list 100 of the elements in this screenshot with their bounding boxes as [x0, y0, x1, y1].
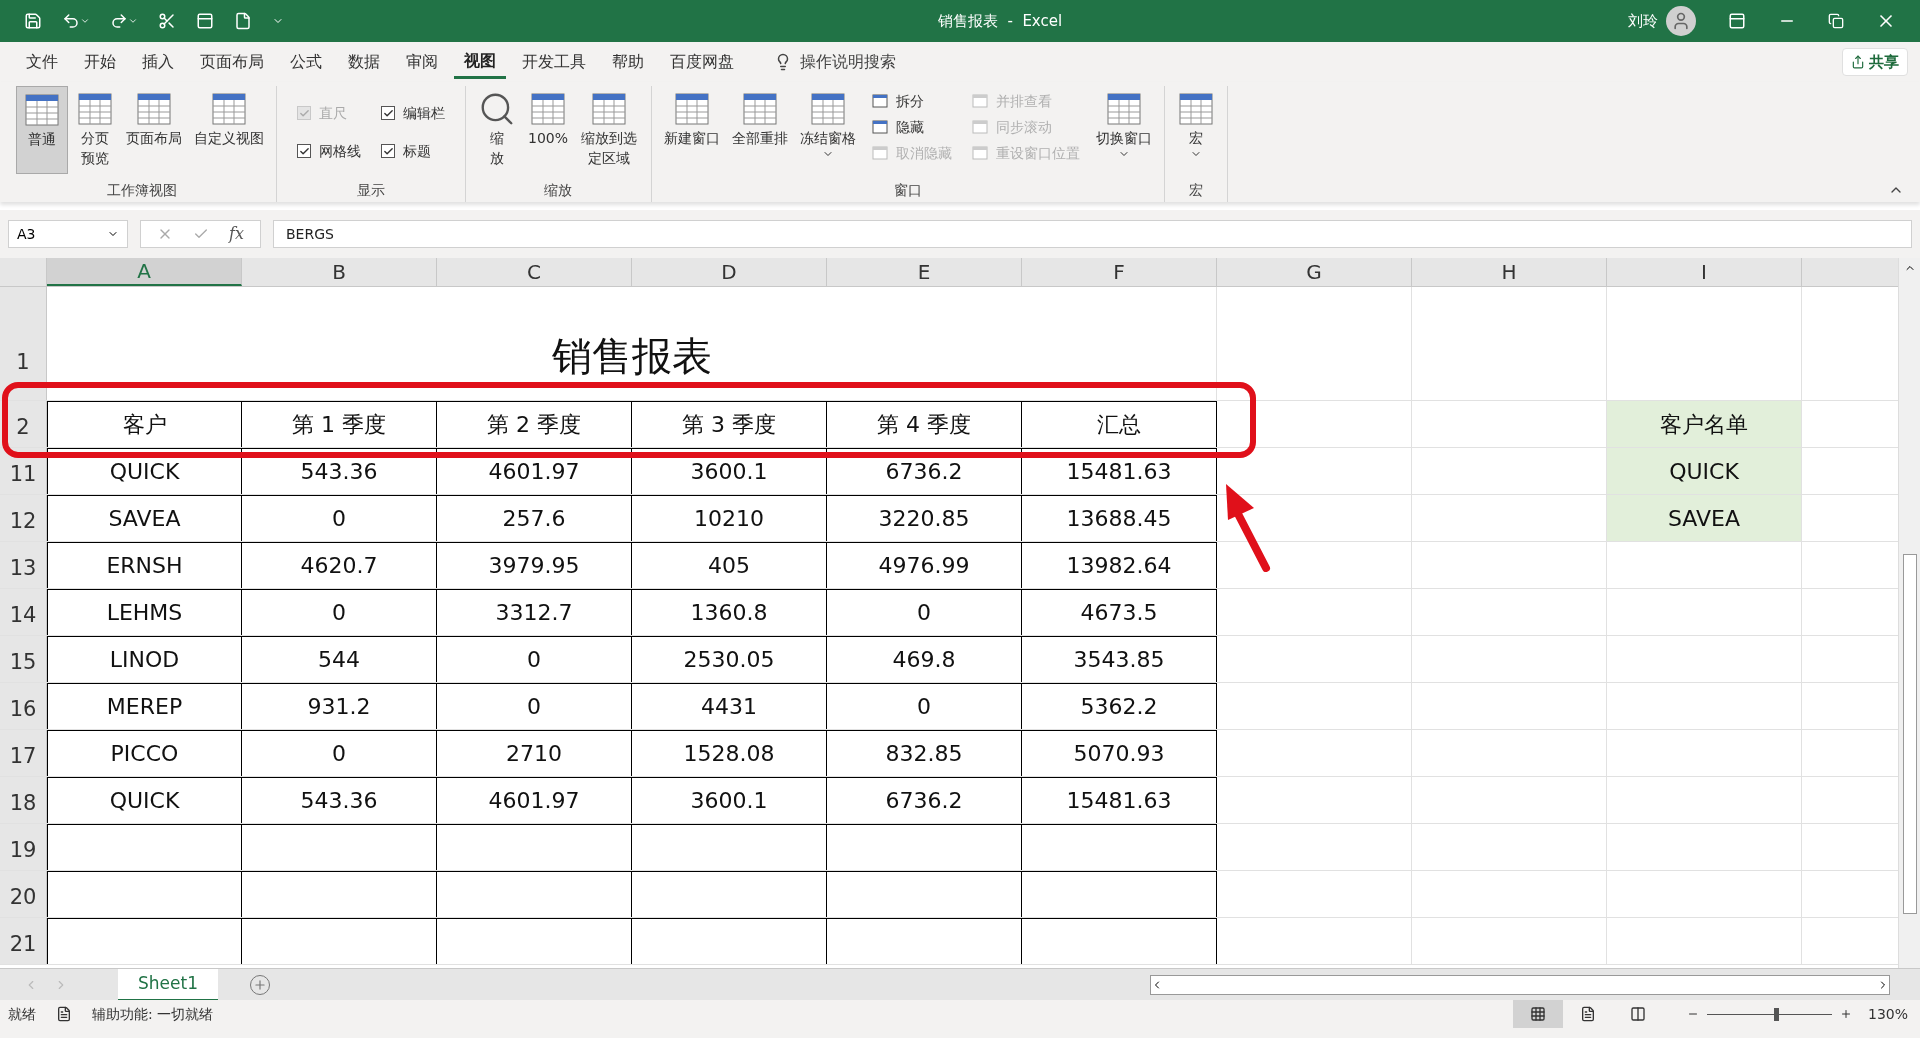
ribbon-tab[interactable]: 开发工具	[512, 45, 596, 79]
column-header[interactable]: A	[47, 258, 242, 286]
group-label: 宏	[1187, 181, 1204, 200]
row-header[interactable]: 1	[0, 287, 47, 400]
table-cell: 3220.85	[827, 495, 1022, 541]
ribbon-tab[interactable]: 开始	[74, 45, 126, 79]
row-header[interactable]: 13	[0, 542, 47, 588]
view-button[interactable]	[1512, 1000, 1563, 1028]
sheet-icon	[23, 91, 61, 129]
zoom-slider[interactable]	[1706, 1007, 1832, 1021]
ribbon-dropdown-button[interactable]: 冻结窗格	[795, 86, 860, 174]
table-cell: 543.36	[242, 777, 437, 823]
accessibility-status[interactable]: 辅助功能: 一切就绪	[92, 1003, 214, 1025]
status-text: 就绪	[8, 1004, 36, 1024]
checkbox[interactable]	[297, 144, 311, 158]
table-cell: 4601.97	[437, 777, 632, 823]
row-header[interactable]: 17	[0, 730, 47, 776]
group-label: 窗口	[892, 181, 923, 200]
ribbon-small-button[interactable]: 拆分	[871, 90, 952, 112]
window-title: 销售报表 - Excel	[936, 10, 1064, 32]
ribbon-tab[interactable]: 数据	[338, 45, 390, 79]
ribbon-tab[interactable]: 插入	[132, 45, 184, 79]
ribbon-checkbox[interactable]: 编辑栏	[381, 94, 445, 132]
avatar-icon[interactable]	[1666, 6, 1696, 36]
ribbon-tab[interactable]: 页面布局	[190, 45, 274, 79]
column-header[interactable]: D	[632, 258, 827, 286]
row-header[interactable]: 12	[0, 495, 47, 541]
ribbon-button[interactable]: 分页预览	[72, 86, 118, 174]
formula-field[interactable]: BERGS	[272, 220, 1912, 248]
ribbon-display-icon[interactable]	[1728, 12, 1746, 30]
table-cell: 544	[242, 636, 437, 682]
row-header[interactable]: 21	[0, 918, 47, 964]
caret-icon[interactable]	[128, 16, 138, 26]
table-cell: 10210	[632, 495, 827, 541]
sheet-tab[interactable]: Sheet1	[118, 968, 218, 1001]
ribbon-dropdown-button[interactable]: 切换窗口	[1091, 86, 1156, 174]
ribbon-small-button[interactable]: 隐藏	[871, 116, 952, 138]
macro-record-icon[interactable]	[56, 1006, 72, 1022]
ribbon-button[interactable]: 全部重排	[727, 86, 792, 174]
checkbox[interactable]	[381, 144, 395, 158]
ribbon-tab[interactable]: 帮助	[602, 45, 654, 79]
ribbon-button[interactable]: 新建窗口	[659, 86, 724, 174]
document-icon[interactable]	[234, 12, 252, 30]
window-icon	[808, 90, 847, 128]
redo-icon[interactable]	[110, 12, 128, 30]
row-header[interactable]: 20	[0, 871, 47, 917]
zoom-level[interactable]: 130%	[1867, 1003, 1908, 1025]
table-cell: 4431	[632, 683, 827, 729]
vertical-scrollbar[interactable]	[1898, 258, 1920, 968]
ribbon-checkbox[interactable]: 网格线	[297, 132, 361, 170]
column-header[interactable]: I	[1607, 258, 1802, 286]
columns-icon	[1629, 1006, 1646, 1022]
table-cell: 0	[242, 589, 437, 635]
column-header[interactable]: G	[1217, 258, 1412, 286]
ribbon-dropdown-button[interactable]: 宏	[1172, 86, 1219, 174]
save-icon[interactable]	[24, 12, 42, 30]
restore-icon[interactable]	[1828, 13, 1844, 29]
search-text[interactable]: 操作说明搜索	[800, 50, 896, 74]
ribbon-button[interactable]: 缩放	[474, 86, 520, 174]
row-header[interactable]: 19	[0, 824, 47, 870]
name-box[interactable]: A3	[8, 220, 128, 248]
ribbon-button[interactable]: 普通	[16, 86, 68, 174]
table-cell: 832.85	[827, 730, 1022, 776]
undo-icon[interactable]	[62, 12, 80, 30]
column-header[interactable]: F	[1022, 258, 1217, 286]
zoom-in-icon[interactable]	[1839, 1008, 1852, 1020]
checkbox[interactable]	[381, 106, 395, 120]
table-cell: 3600.1	[632, 448, 827, 494]
ribbon-tab[interactable]: 文件	[16, 45, 68, 79]
ribbon-button[interactable]: 100%	[524, 86, 573, 174]
column-header[interactable]: E	[827, 258, 1022, 286]
table-cell: 3979.95	[437, 542, 632, 588]
row-header[interactable]: 15	[0, 636, 47, 682]
column-header[interactable]: C	[437, 258, 632, 286]
ribbon-button[interactable]: 缩放到选定区域	[576, 86, 643, 174]
ribbon-tab[interactable]: 视图	[454, 45, 506, 79]
row-header[interactable]: 14	[0, 589, 47, 635]
table-cell: 2710	[437, 730, 632, 776]
column-header[interactable]: H	[1412, 258, 1607, 286]
ribbon-tab[interactable]: 审阅	[396, 45, 448, 79]
row-header[interactable]: 18	[0, 777, 47, 823]
insert-function-button[interactable]: fx	[229, 222, 244, 246]
grid-icon	[1529, 1006, 1546, 1022]
share-button[interactable]: 共享	[1842, 48, 1908, 76]
ribbon-checkbox[interactable]: 标题	[381, 132, 445, 170]
scissors-icon[interactable]	[158, 12, 176, 30]
table-cell: 4976.99	[827, 542, 1022, 588]
horizontal-scrollbar[interactable]	[1150, 974, 1890, 995]
row-header[interactable]: 16	[0, 683, 47, 729]
ribbon-button[interactable]: 自定义视图	[190, 86, 268, 174]
zoom-thumb[interactable]	[1773, 1007, 1779, 1021]
caret-icon[interactable]	[80, 16, 90, 26]
sheet-icon	[135, 90, 173, 128]
column-header[interactable]: B	[242, 258, 437, 286]
ribbon-tab[interactable]: 公式	[280, 45, 332, 79]
ribbon-tab[interactable]: 百度网盘	[660, 45, 744, 79]
table-cell: MEREP	[47, 683, 242, 729]
table-cell: 5070.93	[1022, 730, 1217, 776]
ribbon-button[interactable]: 页面布局	[122, 86, 186, 174]
scroll-thumb[interactable]	[1902, 554, 1917, 914]
